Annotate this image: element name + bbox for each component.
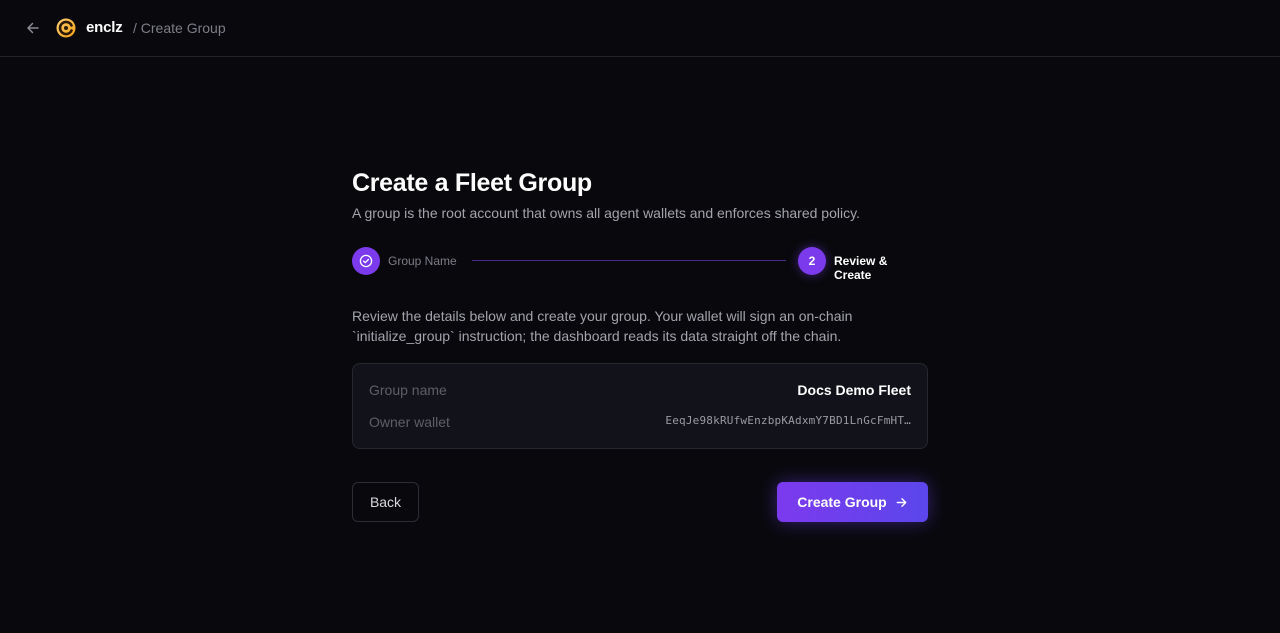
page-title: Create a Fleet Group: [352, 169, 592, 197]
stepper: Group Name 2 Review & Create: [352, 247, 928, 282]
review-card: Group name Docs Demo Fleet Owner wallet …: [352, 363, 928, 449]
step-2-indicator: 2: [798, 247, 826, 275]
breadcrumb: / Create Group: [133, 20, 226, 36]
back-button[interactable]: Back: [352, 482, 419, 522]
arrow-left-icon[interactable]: [24, 19, 42, 37]
back-button-label: Back: [369, 494, 402, 510]
owner-wallet-value: EeqJe98kRUfwEnzbpKAdxmY7BD1LnGcFmHT…: [665, 414, 911, 427]
create-group-button[interactable]: Create Group: [777, 482, 928, 522]
group-name-value: Docs Demo Fleet: [797, 382, 911, 398]
arrow-right-icon: [896, 497, 907, 507]
check-circle-icon: [359, 254, 373, 268]
brand-name[interactable]: enclz: [86, 19, 123, 36]
step-1-indicator[interactable]: [352, 247, 380, 275]
review-description: Review the details below and create your…: [352, 308, 853, 344]
page-subtitle: A group is the root account that owns al…: [352, 205, 860, 221]
top-bar: enclz / Create Group: [0, 0, 1280, 57]
step-connector: [472, 260, 786, 261]
step-2-number: 2: [808, 254, 816, 268]
group-name-label: Group name: [369, 382, 447, 398]
step-1-label[interactable]: Group Name: [388, 254, 457, 268]
step-2-label: Review & Create: [834, 254, 888, 282]
create-group-panel: Create a Fleet Group A group is the root…: [352, 168, 928, 522]
owner-wallet-label: Owner wallet: [369, 414, 450, 430]
create-group-label: Create Group: [797, 494, 887, 510]
enclz-logo-icon[interactable]: [56, 18, 76, 38]
